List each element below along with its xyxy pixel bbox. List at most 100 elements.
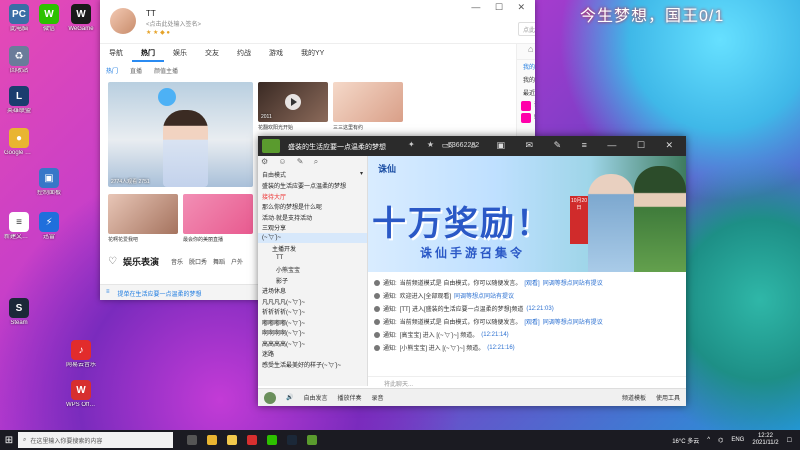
channel-item[interactable]: 那么你的梦想是什么呢 (258, 201, 367, 212)
task-view-icon[interactable] (187, 435, 197, 445)
promo-banner[interactable]: 诛仙 十万奖励！ 诛仙手游召集令 10月20日 (368, 156, 686, 272)
channel-item[interactable]: 高高高高(~ ̄▽ ̄)~ (258, 338, 367, 349)
chat-input[interactable]: 将此聊天... (368, 376, 686, 388)
stream-card-2[interactable] (333, 82, 403, 122)
subtab-1[interactable]: 直播 (124, 64, 148, 76)
chevron-up-icon[interactable]: ^ (707, 437, 710, 443)
desktop-icon[interactable]: ≡ 新建文本文档 (4, 212, 34, 241)
channel-item[interactable]: (~ ̄▽ ̄)~ (258, 232, 367, 243)
folder-icon[interactable] (227, 435, 237, 445)
channel-item[interactable]: 小熊宝宝 (258, 264, 367, 275)
start-button[interactable]: ⊞ (0, 430, 18, 450)
panel-item[interactable]: 我的收藏 (517, 73, 535, 86)
entertainment-link[interactable]: 舞蹈 (213, 257, 225, 266)
notice-item[interactable]: 盛装的生活应要一点温柔的梦想 (521, 113, 535, 123)
desktop-icon[interactable]: W WeGame (66, 4, 96, 33)
tab-1[interactable]: 热门 (132, 44, 164, 62)
channel-item[interactable]: 感受生活最美好的样子(~ ̄▽ ̄)~ (258, 359, 367, 370)
notice-item[interactable]: 请把安装的YY客户端不下载，我满理的吧 (521, 101, 535, 111)
channel-item[interactable]: 主播开发 (258, 243, 367, 254)
entertainment-link[interactable]: 音乐 (171, 257, 183, 266)
stream-card-2-title[interactable]: 三三这里有约 (333, 124, 403, 131)
footer-text[interactable]: 提单在生活应要一点温柔的梦想 (118, 289, 202, 298)
channel-item[interactable]: 活动·就是支持活动 (258, 212, 367, 223)
channel-item[interactable]: 盛装的生活应要一点温柔的梦想 (258, 180, 367, 191)
desktop-icon[interactable]: ♻ 回收站 (4, 46, 34, 75)
channel-item[interactable]: 进场休息 (258, 285, 367, 296)
avatar[interactable] (110, 8, 136, 34)
desktop-icon[interactable]: S Steam (4, 298, 34, 327)
tab-2[interactable]: 娱乐 (164, 44, 196, 62)
taskbar-search[interactable]: ⌕ 在这里输入你要搜索的内容 (18, 432, 173, 448)
yy-icon[interactable] (307, 435, 317, 445)
tab-0[interactable]: 导航 (100, 44, 132, 62)
desktop-icon[interactable]: W WPS Office (66, 380, 96, 409)
notification-icon[interactable]: ☐ (787, 437, 792, 444)
desktop-icon[interactable]: ⚡ 迅雷 (34, 212, 64, 241)
window-controls[interactable]: — ☐ ✕ (471, 2, 531, 13)
home-icon[interactable]: ⌂ (528, 44, 533, 59)
stream-card-4-title[interactable]: 最会你的美丽直播 (183, 236, 253, 243)
sidebar-header[interactable]: 自由模式 ▾ (258, 168, 367, 180)
tab-3[interactable]: 交友 (196, 44, 228, 62)
sidebar-toolbar[interactable]: ⚙ ☺ ✎ ⌕ (258, 156, 367, 168)
right-panel-tabs[interactable]: ⌂ ☺ ☷ ✉ (517, 44, 535, 60)
channel-item[interactable]: 迷路 (258, 348, 367, 359)
desktop-icon[interactable]: ● Google Chrome (4, 128, 34, 157)
channel-item[interactable]: 凡凡凡凡(~ ̄▽ ̄)~ (258, 296, 367, 307)
clock[interactable]: 12:22 2021/11/2 (752, 433, 778, 447)
subtab-2[interactable]: 颜值主播 (148, 64, 184, 76)
window-controls[interactable]: ▭ ⌂ ▣ ✉ ✎ ≡ — ☐ ✕ (442, 140, 682, 151)
bottom-right-action[interactable]: 频道模板 (622, 393, 646, 402)
bottom-action[interactable]: 播放伴奏 (338, 393, 362, 402)
chrome-icon[interactable] (207, 435, 217, 445)
stream-card-1-title[interactable]: 花翻欢阳光开始 (258, 124, 328, 131)
weather-text[interactable]: 16°C 多云 (672, 436, 699, 445)
channel-item[interactable]: 祈祈祈祈(~ ̄▽ ̄)~ (258, 306, 367, 317)
desktop-icon[interactable]: W 微信 (34, 4, 64, 33)
level-badges: ★ ★ ◆ ● (146, 30, 170, 36)
entertainment-link[interactable]: 脱口秀 (189, 257, 207, 266)
volume-icon[interactable]: 🔊 (286, 394, 293, 401)
network-icon[interactable]: ⌬ (718, 437, 723, 444)
channel-item[interactable]: 接待大厅 (258, 191, 367, 202)
desktop-icon[interactable]: ♪ 网易云音乐 (66, 340, 96, 369)
entertainment-link[interactable]: 户外 (231, 257, 243, 266)
play-icon[interactable] (285, 94, 301, 110)
signature-field[interactable]: <点击此处输入签名> (146, 19, 201, 28)
search-input[interactable]: 点此搜索 (518, 22, 535, 36)
chevron-down-icon[interactable]: ▾ (360, 170, 363, 178)
stream-card-3[interactable] (108, 194, 178, 234)
stream-card-3-title[interactable]: 花啊花爱我吧 (108, 236, 178, 243)
desktop-icon-label: 新建文本文档 (4, 234, 34, 240)
channel-item[interactable]: 影子 (258, 275, 367, 286)
app-icon-1[interactable] (247, 435, 257, 445)
language-indicator[interactable]: ENG (731, 437, 744, 443)
desktop-icon[interactable]: L 英雄联盟 (4, 86, 34, 115)
panel-item[interactable]: 我的频道 (517, 60, 535, 73)
steam-icon[interactable] (287, 435, 297, 445)
channel-item[interactable]: 啊啊啊啊(~ ̄▽ ̄)~ (258, 327, 367, 338)
stream-card-4[interactable] (183, 194, 253, 234)
channel-item[interactable]: 三观分享 (258, 222, 367, 233)
bottom-action[interactable]: 自由发言 (303, 393, 327, 402)
desktop-icon[interactable]: ▣ 控制面板 (34, 168, 64, 197)
desktop-icon[interactable]: PC 此电脑 (4, 4, 34, 33)
wechat-icon[interactable] (267, 435, 277, 445)
tab-5[interactable]: 游戏 (260, 44, 292, 62)
stream-card-1[interactable]: 2011 (258, 82, 328, 122)
channel-item[interactable]: TT (258, 254, 367, 265)
channel-item[interactable]: 嘟嘟嘟嘟(~ ̄▽ ̄)~ (258, 317, 367, 328)
panel-item[interactable]: 最近访问 (517, 86, 535, 99)
bottom-action[interactable]: 录音 (372, 393, 384, 402)
menu-icon[interactable]: ≡ (106, 289, 110, 296)
message-link[interactable]: [观看] (524, 317, 539, 326)
tab-4[interactable]: 约战 (228, 44, 260, 62)
avatar-small[interactable] (264, 391, 276, 404)
featured-stream-card[interactable]: 2774人观看 2751 (108, 82, 253, 187)
subtab-0[interactable]: 热门 (100, 64, 124, 76)
bottom-right-action[interactable]: 使用工具 (656, 393, 680, 402)
chat-message: 通知: [高宝宝] 进入 [(~ ̄▽ ̄)~] 频道。 (12:21:14) (374, 328, 680, 341)
message-link[interactable]: [观看] (524, 278, 539, 287)
tab-6[interactable]: 我的YY (292, 44, 333, 62)
